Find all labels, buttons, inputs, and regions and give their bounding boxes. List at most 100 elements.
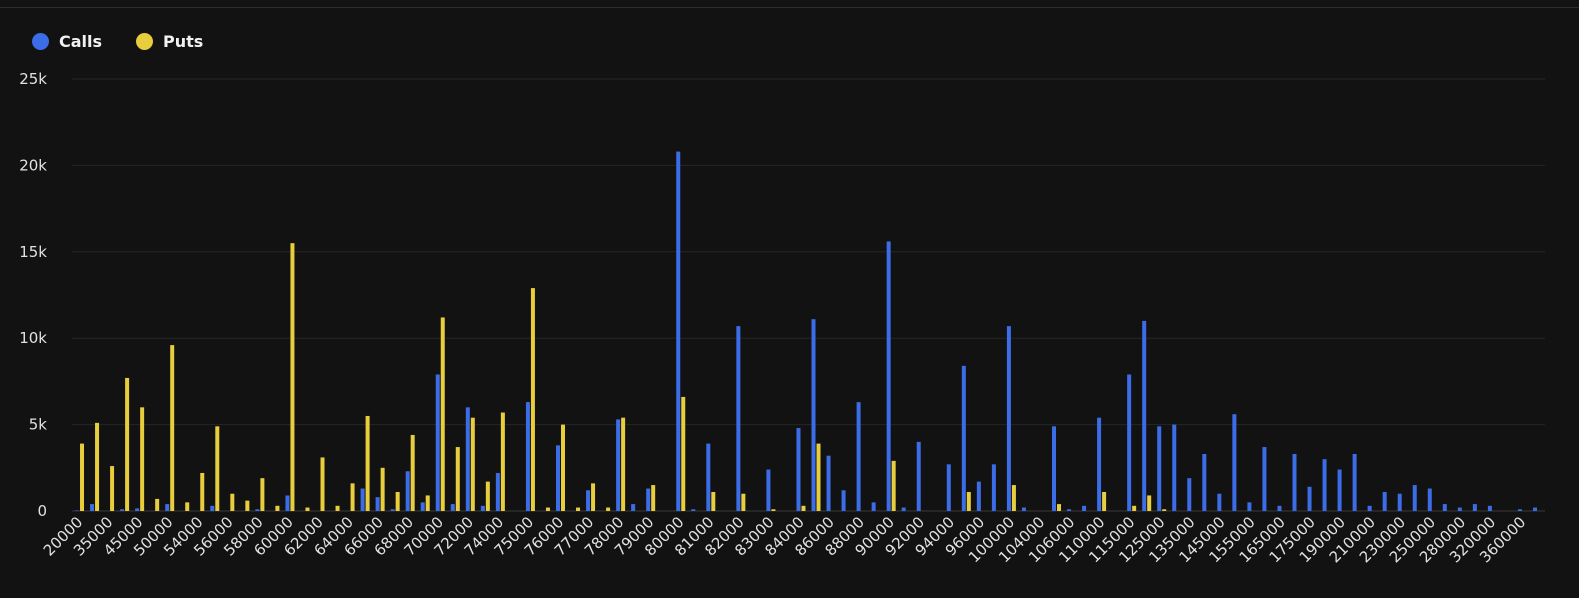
bar-puts — [410, 434, 415, 511]
bar-puts — [591, 483, 596, 511]
bar-calls — [631, 504, 636, 511]
bar-calls — [1442, 504, 1447, 511]
bar-calls — [1127, 374, 1132, 511]
bar-calls — [360, 488, 365, 511]
bar-calls — [480, 505, 485, 511]
bar-puts — [771, 509, 776, 511]
bar-puts — [200, 472, 205, 511]
bar-puts — [816, 443, 821, 511]
bar-puts — [545, 507, 550, 511]
bar-calls — [1397, 493, 1402, 511]
bar-puts — [1162, 509, 1167, 511]
bar-calls — [586, 490, 591, 511]
bar-calls — [465, 407, 470, 511]
bar-calls — [946, 464, 951, 511]
bar-puts — [95, 422, 100, 511]
bar-puts — [621, 417, 626, 511]
bar-puts — [1147, 495, 1152, 511]
bar-chart: 05k10k15k20k25k2000035000450005000054000… — [19, 70, 1545, 566]
bar-calls — [1247, 502, 1252, 511]
y-tick-label: 5k — [29, 416, 48, 434]
bar-calls — [676, 151, 681, 512]
bar-puts — [125, 377, 130, 511]
bar-puts — [455, 447, 460, 511]
bar-calls — [1157, 426, 1162, 511]
bar-puts — [290, 243, 295, 511]
bar-puts — [365, 415, 370, 511]
bar-calls — [1427, 488, 1432, 511]
bar-calls — [390, 509, 395, 511]
bar-puts — [155, 498, 160, 511]
bar-calls — [1021, 507, 1026, 511]
bar-calls — [1487, 505, 1492, 511]
bar-calls — [1412, 485, 1417, 511]
bar-calls — [1367, 505, 1372, 511]
bar-puts — [320, 457, 325, 511]
bar-calls — [706, 443, 711, 511]
bar-calls — [1277, 505, 1282, 511]
bar-puts — [350, 483, 355, 511]
bar-puts — [711, 491, 716, 511]
bar-calls — [1006, 326, 1011, 511]
bar-calls — [1532, 507, 1537, 511]
bar-calls — [1172, 424, 1177, 511]
bar-calls — [886, 241, 891, 511]
bar-puts — [1102, 491, 1107, 511]
bar-puts — [470, 417, 475, 511]
bar-calls — [736, 326, 741, 511]
bar-puts — [560, 424, 565, 511]
bar-calls — [1097, 417, 1102, 511]
bar-puts — [530, 288, 535, 511]
y-tick-label: 0 — [37, 502, 47, 520]
bar-calls — [495, 472, 500, 511]
y-tick-label: 20k — [19, 156, 47, 174]
bar-puts — [305, 507, 310, 511]
bar-puts — [966, 491, 971, 511]
bar-calls — [1142, 320, 1147, 511]
bar-puts — [681, 396, 686, 511]
bar-puts — [891, 460, 896, 511]
bar-puts — [1132, 505, 1137, 511]
bar-puts — [380, 467, 385, 511]
bar-puts — [260, 478, 265, 511]
bar-calls — [841, 490, 846, 511]
bar-puts — [110, 466, 115, 511]
bar-calls — [796, 428, 801, 511]
bar-calls — [1082, 505, 1087, 511]
bar-calls — [1232, 414, 1237, 511]
bar-calls — [811, 319, 816, 511]
bar-calls — [901, 507, 906, 511]
bar-calls — [1292, 453, 1297, 511]
bar-calls — [525, 402, 530, 511]
bar-calls — [691, 509, 696, 511]
bar-puts — [80, 443, 85, 511]
bar-puts — [185, 502, 190, 511]
bar-calls — [1352, 453, 1357, 511]
bar-calls — [1067, 509, 1072, 511]
bar-calls — [405, 471, 410, 511]
bar-calls — [1262, 447, 1267, 511]
bar-calls — [1322, 459, 1327, 511]
bar-puts — [335, 505, 340, 511]
bar-calls — [1382, 491, 1387, 511]
bar-calls — [1307, 486, 1312, 511]
bar-calls — [1052, 426, 1057, 511]
bar-puts — [140, 407, 145, 511]
bar-calls — [255, 509, 260, 511]
bar-calls — [916, 441, 921, 511]
bar-puts — [651, 485, 656, 511]
bar-puts — [741, 493, 746, 511]
bar-calls — [75, 510, 80, 511]
bar-puts — [576, 507, 581, 511]
y-tick-label: 25k — [19, 70, 47, 88]
bar-calls — [871, 502, 876, 511]
bar-puts — [275, 505, 280, 511]
bar-calls — [1457, 507, 1462, 511]
bar-calls — [555, 445, 560, 511]
bar-puts — [215, 426, 220, 511]
bar-puts — [801, 505, 806, 511]
bar-calls — [826, 455, 831, 511]
bar-calls — [616, 419, 621, 511]
bar-puts — [170, 345, 175, 511]
bar-calls — [1337, 469, 1342, 511]
